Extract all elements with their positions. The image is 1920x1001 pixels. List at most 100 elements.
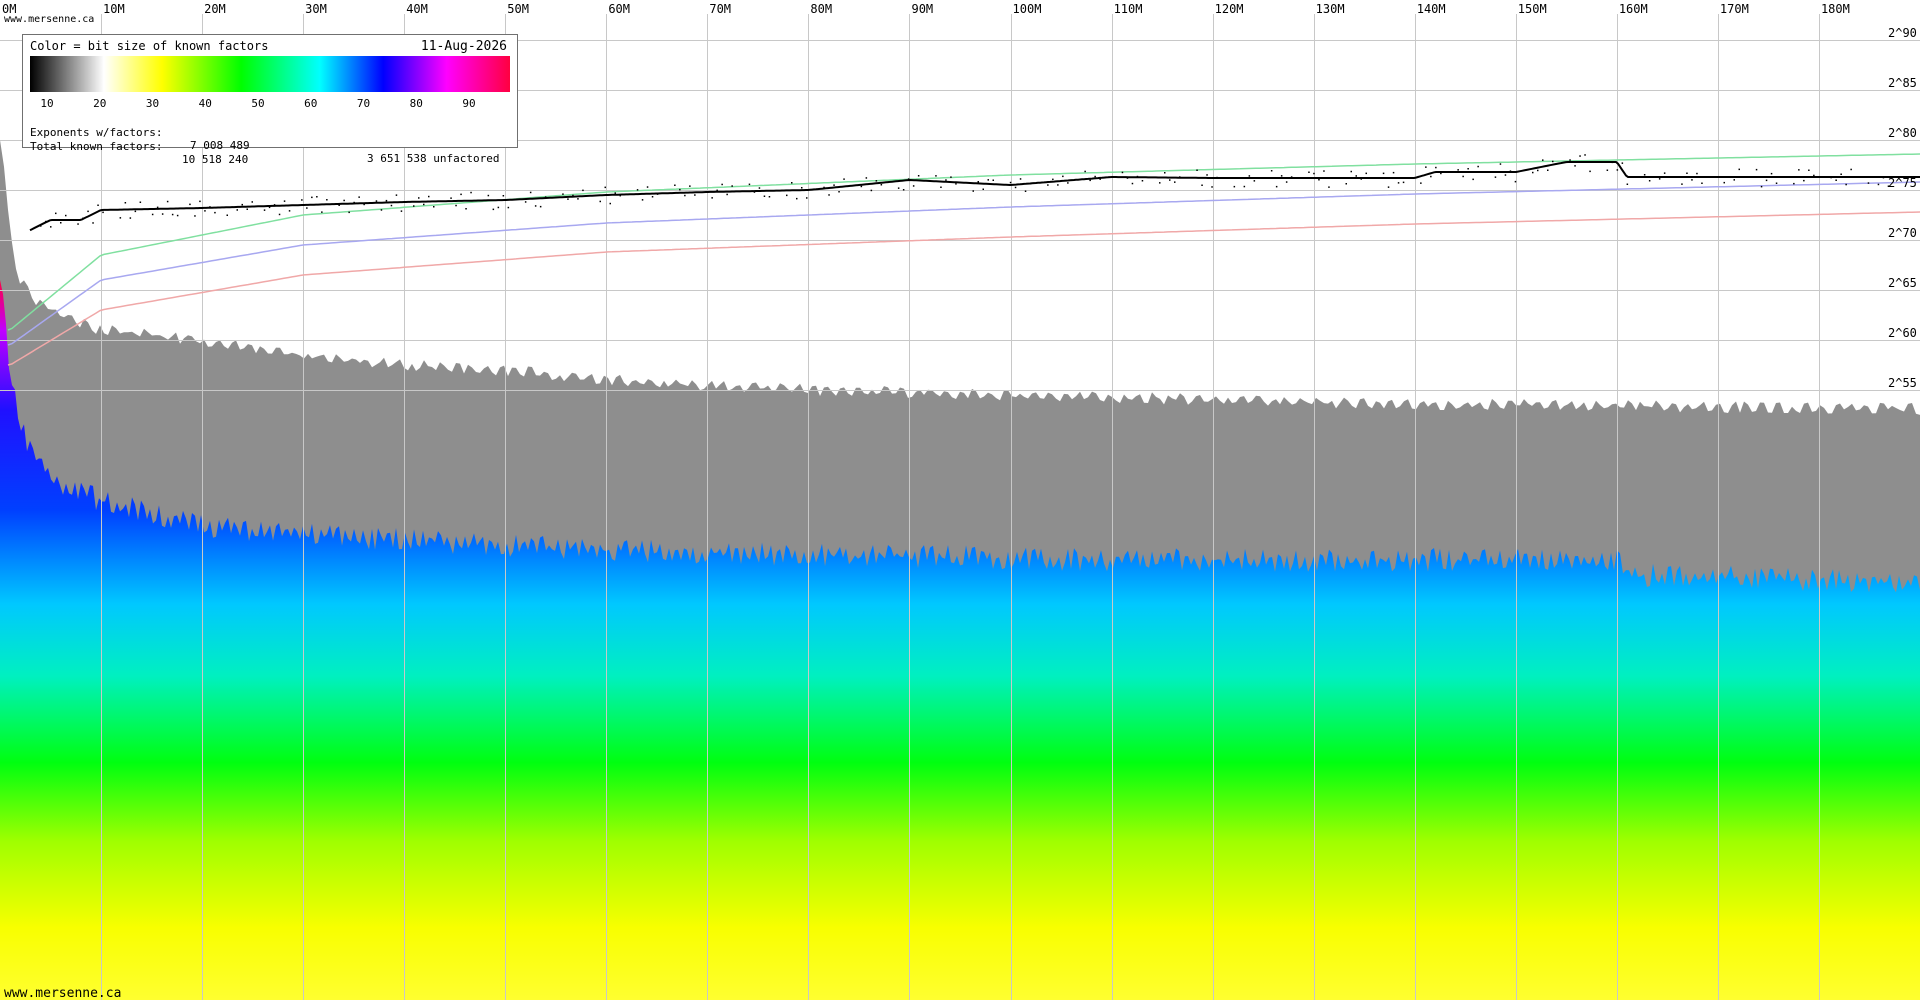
- trial-factor-dot: [1653, 176, 1656, 178]
- trial-factor-dot: [534, 205, 537, 207]
- trial-factor-dot: [1845, 183, 1847, 186]
- trial-factor-dot: [1537, 169, 1539, 172]
- trial-factor-dot: [875, 180, 878, 182]
- x-tick-label: 10M: [103, 2, 125, 16]
- trial-factor-dot: [1382, 172, 1385, 175]
- trial-factor-dot: [1206, 174, 1208, 176]
- trial-factor-dot: [139, 201, 142, 203]
- legend-row-total: Total known factors: 10 518 240: [30, 127, 248, 179]
- trial-factor-dot: [326, 199, 328, 201]
- trial-factor-dot: [806, 197, 808, 199]
- trial-factor-dot: [1052, 178, 1054, 181]
- x-tick-label: 130M: [1316, 2, 1345, 16]
- trial-factor-dot: [651, 196, 654, 198]
- x-tick-label: 140M: [1417, 2, 1446, 16]
- legend-scale-tick: 90: [462, 97, 476, 110]
- trial-factor-dot: [1084, 170, 1086, 173]
- legend-scale-tick: 20: [93, 97, 107, 110]
- trial-factor-dot: [833, 184, 835, 186]
- trial-factor-dot: [306, 207, 308, 209]
- trial-factor-dot: [1308, 171, 1310, 173]
- trial-factor-dot: [176, 214, 179, 217]
- legend-scale-tick: 50: [251, 97, 265, 110]
- total-value: 10 518 240: [182, 153, 249, 166]
- trial-factor-dot: [1360, 178, 1362, 180]
- trial-factor-dot: [721, 183, 723, 186]
- trial-factor-dot: [380, 209, 383, 211]
- trial-factor-dot: [684, 194, 686, 197]
- trial-factor-dot: [428, 195, 430, 198]
- trial-factor-dot: [1355, 175, 1357, 177]
- y-tick-label: 2^55: [1888, 376, 1917, 390]
- trial-factor-dot: [1462, 175, 1464, 178]
- trial-factor-dot: [646, 186, 649, 188]
- trial-factor-dot: [1701, 182, 1703, 184]
- trial-factor-dot: [731, 185, 733, 187]
- x-tick-label: 70M: [709, 2, 731, 16]
- trial-factor-dot: [226, 214, 228, 216]
- trial-factor-dot: [1425, 166, 1427, 168]
- trial-factor-dot: [1280, 175, 1283, 177]
- trial-factor-dot: [977, 181, 979, 183]
- trial-factor-dot: [843, 178, 845, 180]
- trial-factor-dot: [497, 206, 500, 209]
- trial-factor-dot: [1770, 172, 1773, 175]
- trial-factor-dot: [972, 190, 974, 192]
- trial-factor-dot: [1850, 168, 1852, 171]
- trial-factor-dot: [1402, 181, 1405, 184]
- trial-factor-dot: [763, 195, 766, 197]
- trial-factor-dot: [204, 210, 206, 212]
- trial-factor-dot: [134, 210, 137, 213]
- trial-factor-dot: [1738, 168, 1740, 171]
- trial-factor-dot: [338, 204, 340, 206]
- reference-curve-1: [7, 181, 1920, 346]
- trial-factor-dot: [400, 210, 403, 212]
- trial-factor-dot: [907, 178, 910, 180]
- trial-factor-dot: [950, 176, 952, 178]
- trial-factor-dot: [689, 185, 691, 187]
- trial-factor-dot: [1009, 181, 1012, 184]
- trial-factor-dot: [572, 194, 574, 197]
- trial-factor-dot: [77, 223, 79, 225]
- trial-factor-dot: [1803, 179, 1805, 182]
- trial-factor-dot: [1798, 169, 1800, 171]
- x-tick-label: 150M: [1518, 2, 1547, 16]
- trial-factor-dot: [674, 184, 676, 186]
- trial-factor-dot: [288, 210, 291, 212]
- trial-factor-dot: [1067, 182, 1069, 184]
- trial-factor-dot: [353, 201, 355, 204]
- x-tick-label: 90M: [911, 2, 933, 16]
- x-tick-label: 160M: [1619, 2, 1648, 16]
- chart-area: 0M 10M 20M 30M 40M 50M 60M 70M 80M 90M 100M 110M 120…: [0, 2, 1920, 1000]
- trial-factor-dot: [1616, 169, 1619, 171]
- trial-factor-dot: [470, 191, 472, 194]
- trial-factor-dot: [1579, 155, 1581, 157]
- trial-factor-dot: [865, 177, 868, 179]
- trial-factor-dot: [1691, 179, 1693, 181]
- trial-factor-dot: [450, 197, 452, 199]
- trial-factor-dot: [801, 187, 803, 189]
- site-watermark-bottom: www.mersenne.ca: [4, 986, 122, 1001]
- trial-factor-dot: [423, 203, 425, 206]
- trial-factor-dot: [1392, 171, 1395, 174]
- trial-factor-dot: [880, 184, 883, 186]
- trial-factor-dot: [823, 186, 825, 189]
- x-tick-label: 60M: [608, 2, 630, 16]
- y-tick-label: 2^65: [1888, 276, 1917, 290]
- trial-factor-dot: [161, 213, 164, 215]
- trial-factor-dot: [1589, 170, 1591, 173]
- trial-factor-dot: [1126, 177, 1129, 179]
- reference-curve-0: [7, 153, 1920, 331]
- trial-factor-dot: [1808, 169, 1810, 171]
- trial-factor-dot: [641, 199, 644, 201]
- x-tick-label: 180M: [1821, 2, 1850, 16]
- trial-factor-dot: [385, 199, 388, 202]
- trial-factor-dot: [1499, 163, 1502, 165]
- trial-factor-dot: [1159, 182, 1161, 184]
- trial-factor-dot: [1328, 186, 1330, 188]
- trial-factor-dot: [614, 192, 616, 194]
- trial-factor-dot: [209, 206, 211, 208]
- trial-factor-dot: [363, 203, 365, 206]
- trial-factor-dot: [838, 191, 840, 193]
- trial-factor-dot: [1313, 172, 1315, 175]
